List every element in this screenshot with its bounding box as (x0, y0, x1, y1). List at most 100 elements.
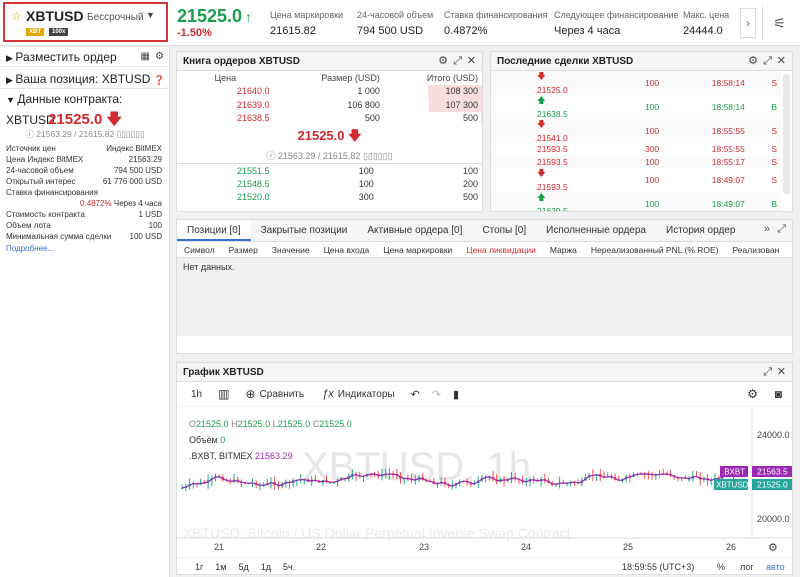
bid-row[interactable]: 21548.5 100 200 (177, 177, 482, 191)
fx-icon[interactable]: ƒx (314, 388, 338, 400)
trades-panel: Последние сделки XBTUSD ⚙ ⤢ ✕ 🡇 21525.0 1… (490, 51, 793, 212)
range-1m[interactable]: 1м (203, 562, 226, 572)
calculator-icon[interactable]: ▦ (141, 47, 150, 67)
x-tick: 21 (214, 542, 224, 552)
chevron-down-icon: ▼ (6, 95, 18, 105)
tab-stops[interactable]: Стопы [0] (472, 220, 536, 241)
close-icon[interactable]: ✕ (777, 363, 786, 382)
ask-row[interactable]: 21640.0 1 000 108 300 (177, 84, 482, 98)
symbol-name: XBTUSD (26, 8, 84, 24)
kv-row: 24-часовой объем 794 500 USD (6, 166, 162, 175)
close-icon[interactable]: ✕ (467, 52, 476, 71)
log-toggle[interactable]: лог (740, 562, 754, 572)
y-tick: 20000.0 (757, 514, 790, 524)
gear-icon[interactable]: ⚙ (768, 542, 778, 553)
arrow-down-icon: 🡇 (348, 128, 362, 143)
gear-icon[interactable]: ⚙ (747, 387, 758, 401)
chart-toolbar: 1h ▥ ⊕ Сравнить ƒx Индикаторы ↶ ↷ ▮ ⚙ ◙ (177, 382, 792, 407)
chevron-right-icon: ▶ (6, 53, 16, 63)
dropdown-caret-icon[interactable]: ▼ (146, 10, 155, 20)
tab-filled-orders[interactable]: Исполненные ордера (536, 220, 656, 241)
camera-icon[interactable]: ◙ (775, 387, 782, 401)
expand-icon[interactable]: ⤢ (453, 52, 462, 71)
indicators-button[interactable]: Индикаторы (338, 389, 405, 400)
tab-order-history[interactable]: История ордер (656, 220, 745, 241)
contract-data-row[interactable]: ▼ Данные контракта: XBTUSD (0, 89, 170, 127)
chart-footer: 1г 1м 5д 1д 5ч. 18:59:55 (UTC+3) % лог а… (177, 557, 792, 574)
trade-row[interactable]: 🡇 21525.0 100 18:58:14 S (491, 71, 781, 95)
redo-icon[interactable]: ↷ (426, 388, 447, 401)
candles-icon[interactable]: ▥ (210, 387, 237, 401)
tag-index-label-text: .BXBT (722, 468, 745, 477)
orderbook-title: Книга ордеров XBTUSD ⚙ ⤢ ✕ (177, 52, 482, 71)
undo-icon[interactable]: ↶ (405, 388, 426, 401)
price-change: -1.50% (177, 27, 212, 39)
interval-button[interactable]: 1h (177, 389, 210, 400)
plus-circle-icon[interactable]: ⊕ (237, 387, 259, 401)
range-1d[interactable]: 1д (249, 562, 271, 572)
bar-chart-icon[interactable]: ▮ (447, 388, 465, 401)
last-price-block: 21525.0 ↑ -1.50% (177, 6, 252, 39)
arrow-down-icon: 🡇 (537, 71, 546, 81)
kv-row: Объем лота 100 (6, 221, 162, 230)
badge-leverage: 100x (49, 28, 69, 36)
orderbook-table: Цена Размер (USD) Итого (USD) 21640.0 1 … (177, 71, 482, 125)
help-icon[interactable]: ❓ (154, 75, 165, 85)
trade-row[interactable]: 🡅 21638.5 100 18:58:14 B (491, 95, 781, 119)
positions-columns: Символ Размер Значение Цена входа Цена м… (177, 242, 792, 258)
kv-row: Стоимость контракта 1 USD (6, 210, 162, 219)
expand-icon[interactable]: ⤢ (763, 52, 772, 71)
arrow-down-icon: 🡇 (106, 111, 122, 128)
arrow-down-icon: 🡇 (537, 119, 546, 129)
trade-row[interactable]: 21593.5 300 18:55:55 S (491, 143, 781, 156)
x-tick: 22 (316, 542, 326, 552)
stat-volume: 24-часовой объем 794 500 USD (357, 10, 434, 37)
kv-row: Цена Индекс BitMEX 21563.29 (6, 155, 162, 164)
range-5d[interactable]: 5д (227, 562, 249, 572)
trade-row[interactable]: 🡇 21541.0 100 18:55:55 S (491, 119, 781, 143)
tab-active-orders[interactable]: Активные ордера [0] (357, 220, 472, 241)
tabs-more-icon[interactable]: » (764, 223, 770, 235)
percent-toggle[interactable]: % (717, 562, 725, 572)
x-tick: 24 (521, 542, 531, 552)
place-order-row[interactable]: ▶ Разместить ордер ▦ ⚙ (0, 47, 170, 67)
orderbook-header: Цена Размер (USD) Итого (USD) (214, 72, 478, 83)
contract-sub-prices: ⓘ 21563.29 / 21615.82 ▯▯▯▯▯▯ (25, 129, 145, 139)
chevron-right-icon[interactable]: › (740, 8, 756, 38)
range-1y[interactable]: 1г (177, 562, 203, 572)
ask-row[interactable]: 21639.0 106 800 107 300 (177, 98, 482, 112)
last-price: 21525.0 (177, 6, 243, 26)
stat-funding-rate: Ставка финансирования 0.4872% (444, 10, 548, 37)
tag-price-label-text: XBTUSD (716, 481, 749, 490)
tab-positions[interactable]: Позиции [0] (177, 220, 251, 241)
star-icon[interactable]: ☆ (11, 9, 22, 23)
close-icon[interactable]: ✕ (777, 52, 786, 71)
stat-max-price: Макс. цена 24444.0 (683, 10, 730, 37)
trade-row[interactable]: 21593.5 100 18:55:17 S (491, 155, 781, 168)
chart-title: График XBTUSD ⤢ ✕ (177, 363, 792, 382)
range-5h[interactable]: 5ч. (271, 562, 295, 572)
gear-icon[interactable]: ⚙ (748, 52, 758, 71)
symbol-selector[interactable]: ☆ XBTUSD Бессрочный ▼ XBT 100x (3, 2, 168, 42)
expand-icon[interactable]: ⤢ (763, 363, 772, 382)
gear-icon[interactable]: ⚙ (438, 52, 448, 71)
expand-icon[interactable]: ⤢ (777, 223, 786, 236)
more-link[interactable]: Подробнее... (6, 244, 54, 253)
ask-row[interactable]: 21638.5 500 500 (177, 111, 482, 125)
bid-row[interactable]: 21520.0 300 500 (177, 191, 482, 205)
tag-price-value-text: 21525.0 (757, 480, 788, 490)
settings-sliders-icon[interactable]: ⚟ (762, 6, 796, 40)
info-icon: ⓘ (266, 151, 278, 161)
bid-row[interactable]: 21551.5 100 100 (177, 163, 482, 178)
tab-closed-positions[interactable]: Закрытые позиции (251, 220, 358, 241)
stat-mark: Цена маркировки 21615.82 (270, 10, 344, 37)
chart-legend: O21525.0 H21525.0 L21525.0 C21525.0 Объё… (189, 419, 352, 461)
scrollbar[interactable] (783, 74, 790, 194)
trade-row[interactable]: 🡇 21593.5 100 18:49:07 S (491, 168, 781, 192)
gear-icon[interactable]: ⚙ (155, 47, 164, 67)
position-row[interactable]: ▶ Ваша позиция: XBTUSD ❓ (0, 69, 170, 89)
auto-toggle[interactable]: авто (766, 562, 785, 572)
trade-row[interactable]: 🡅 21639.5 100 18:49:07 B (491, 192, 781, 211)
contract-type: Бессрочный (87, 12, 144, 23)
compare-button[interactable]: Сравнить (260, 389, 315, 400)
